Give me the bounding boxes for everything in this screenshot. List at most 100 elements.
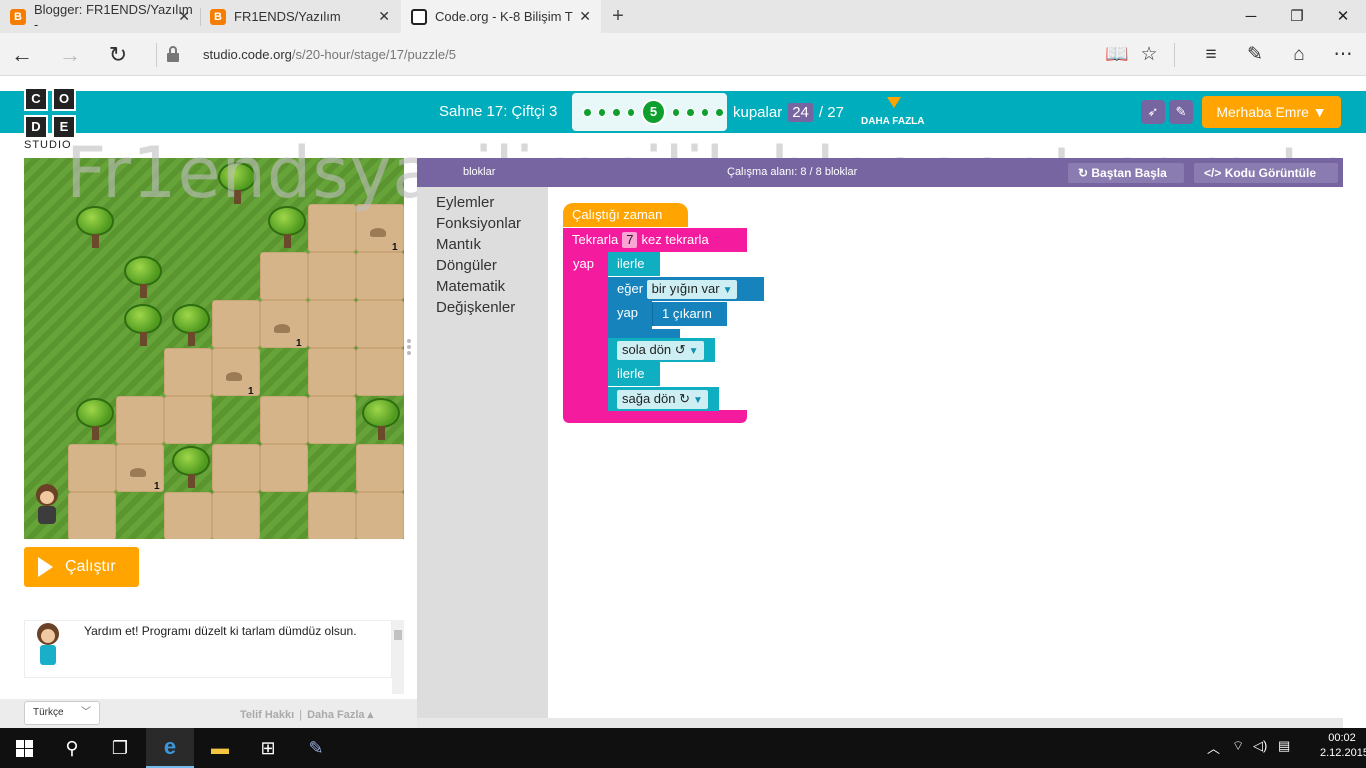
farm-maze: 1 1 1 1 [24, 158, 404, 539]
task-view-icon[interactable]: ❐ [96, 728, 144, 768]
url-field[interactable]: studio.code.org/s/20-hour/stage/17/puzzl… [203, 47, 456, 62]
if-condition-dropdown[interactable]: bir yığın var ▼ [646, 280, 738, 299]
new-tab-button[interactable]: + [606, 4, 630, 28]
share-icon[interactable]: ⌂ [1285, 41, 1313, 69]
turn-direction-dropdown[interactable]: sola dön ↺ ▼ [617, 341, 704, 360]
progress-dot[interactable] [612, 107, 621, 117]
taskbar-clock[interactable]: 00:02 2.12.2015 [1320, 731, 1366, 761]
close-tab-icon[interactable]: ✕ [579, 8, 591, 25]
cups-counter: kupalar 24 / 27 [733, 103, 844, 122]
dirt-tile [212, 492, 260, 539]
refresh-icon[interactable]: ↻ [102, 39, 134, 71]
turn-direction-dropdown[interactable]: sağa dön ↻ ▼ [617, 390, 708, 409]
dropdown-arrow-icon: ▼ [688, 346, 699, 357]
dirt-tile [308, 204, 356, 252]
when-run-block[interactable]: Çalıştığı zaman [563, 203, 688, 227]
favorite-star-icon[interactable]: ☆ [1135, 41, 1163, 69]
more-actions-icon[interactable]: ⋯ [1329, 41, 1357, 69]
action-center-icon[interactable]: ▤ [1278, 738, 1290, 754]
start-button[interactable] [0, 728, 48, 768]
dirt-tile [356, 300, 404, 348]
forward-icon[interactable]: → [54, 39, 86, 71]
dirt-tile [164, 396, 212, 444]
toolbox-category-logic[interactable]: Mantık [436, 236, 481, 253]
pencil-icon[interactable]: ✎ [1169, 100, 1193, 124]
more-link[interactable]: DAHA FAZLA [861, 116, 925, 127]
run-button[interactable]: Çalıştır [24, 547, 139, 587]
instructions-scrollbar[interactable] [392, 620, 404, 694]
browser-tab-friends[interactable]: B FR1ENDS/Yazılım ✕ [200, 0, 400, 33]
move-forward-block[interactable]: ilerle [608, 252, 660, 276]
toolbox-category-variables[interactable]: Değişkenler [436, 299, 515, 316]
dirt-tile [356, 492, 404, 539]
tree-icon [76, 398, 114, 440]
dropdown-arrow-icon: ▼ [722, 285, 733, 296]
workspace-count-label: Çalışma alanı: 8 / 8 bloklar [727, 166, 858, 178]
instructions-text: Yardım et! Programı düzelt ki tarlam düm… [84, 624, 357, 638]
network-icon[interactable]: ⌔ [1232, 738, 1244, 754]
mound-count: 1 [392, 242, 398, 253]
repeat-label: Tekrarla [572, 232, 619, 247]
paint-icon[interactable]: ✎ [292, 728, 340, 768]
progress-dot[interactable] [626, 107, 636, 117]
toolbox-category-functions[interactable]: Fonksiyonlar [436, 215, 521, 232]
close-window-icon[interactable]: ✕ [1320, 0, 1366, 33]
progress-dot[interactable] [686, 107, 695, 117]
current-puzzle-dot[interactable]: 5 [641, 99, 666, 125]
copyright-link[interactable]: Telif Hakkı [240, 709, 294, 721]
blogger-icon: B [210, 8, 226, 25]
logo-letter: C [24, 87, 48, 111]
tab-title: Code.org - K-8 Bilişim T [435, 9, 573, 24]
reading-view-icon[interactable]: 📖 [1103, 41, 1131, 69]
repeat-block-end [563, 410, 747, 423]
progress-dot[interactable] [597, 107, 607, 117]
back-icon[interactable]: ← [6, 39, 38, 71]
hub-icon[interactable]: ≡ [1197, 41, 1225, 69]
code-studio-logo[interactable]: C O D E STUDIO [24, 87, 76, 151]
toolbox-category-actions[interactable]: Eylemler [436, 194, 494, 211]
codeorg-icon [411, 8, 427, 25]
repeat-suffix: kez tekrarla [641, 232, 709, 247]
repeat-block[interactable]: Tekrarla 7 kez tekrarla [563, 228, 747, 252]
minimize-icon[interactable]: ─ [1228, 0, 1274, 33]
rocket-icon[interactable]: ➶ [1141, 100, 1165, 124]
progress-dot[interactable] [700, 107, 710, 117]
toolbox-category-math[interactable]: Matematik [436, 278, 505, 295]
show-hidden-icons-icon[interactable]: ︿ [1207, 738, 1220, 757]
progress-dot[interactable] [715, 107, 724, 117]
close-tab-icon[interactable]: ✕ [378, 8, 390, 25]
restart-button[interactable]: ↻ Baştan Başla [1068, 163, 1184, 183]
more-footer-link[interactable]: Daha Fazla ▴ [307, 709, 373, 721]
panel-resize-handle[interactable] [407, 337, 413, 359]
user-menu-button[interactable]: Merhaba Emre ▼ [1202, 96, 1341, 128]
dirt-tile [308, 492, 356, 539]
more-arrow-icon[interactable] [887, 97, 901, 108]
if-block[interactable]: eğer bir yığın var ▼ [608, 277, 764, 301]
progress-dot[interactable] [583, 107, 592, 117]
show-code-button[interactable]: </> Kodu Görüntüle [1194, 163, 1338, 183]
browser-tab-blogger[interactable]: B Blogger: FR1ENDS/Yazılım - ✕ [0, 0, 200, 33]
search-icon[interactable]: ⚲ [48, 728, 96, 768]
remove-block[interactable]: 1 çıkarın [652, 302, 727, 326]
turn-right-block[interactable]: sağa dön ↻ ▼ [608, 387, 719, 411]
move-forward-block[interactable]: ilerle [608, 362, 660, 386]
browser-tab-codeorg[interactable]: Code.org - K-8 Bilişim T ✕ [401, 0, 601, 33]
toolbox-category-loops[interactable]: Döngüler [436, 257, 497, 274]
turn-left-block[interactable]: sola dön ↺ ▼ [608, 338, 715, 362]
store-icon[interactable]: ⊞ [244, 728, 292, 768]
close-tab-icon[interactable]: ✕ [178, 8, 190, 25]
maximize-icon[interactable]: ❐ [1274, 0, 1320, 33]
dropdown-arrow-icon: ▼ [693, 395, 703, 406]
logo-subtitle: STUDIO [24, 139, 72, 151]
divider [156, 43, 157, 67]
progress-dot[interactable] [671, 107, 681, 117]
volume-icon[interactable]: ◁) [1253, 738, 1267, 754]
dirt-tile [116, 396, 164, 444]
repeat-count-field[interactable]: 7 [622, 232, 638, 248]
tree-icon [76, 206, 114, 248]
web-note-icon[interactable]: ✎ [1241, 41, 1269, 69]
language-select[interactable]: Türkçe ﹀ [24, 701, 100, 725]
file-explorer-icon[interactable]: ▬ [196, 728, 244, 768]
workspace-canvas[interactable] [548, 187, 1343, 718]
edge-browser-icon[interactable]: e [146, 728, 194, 768]
